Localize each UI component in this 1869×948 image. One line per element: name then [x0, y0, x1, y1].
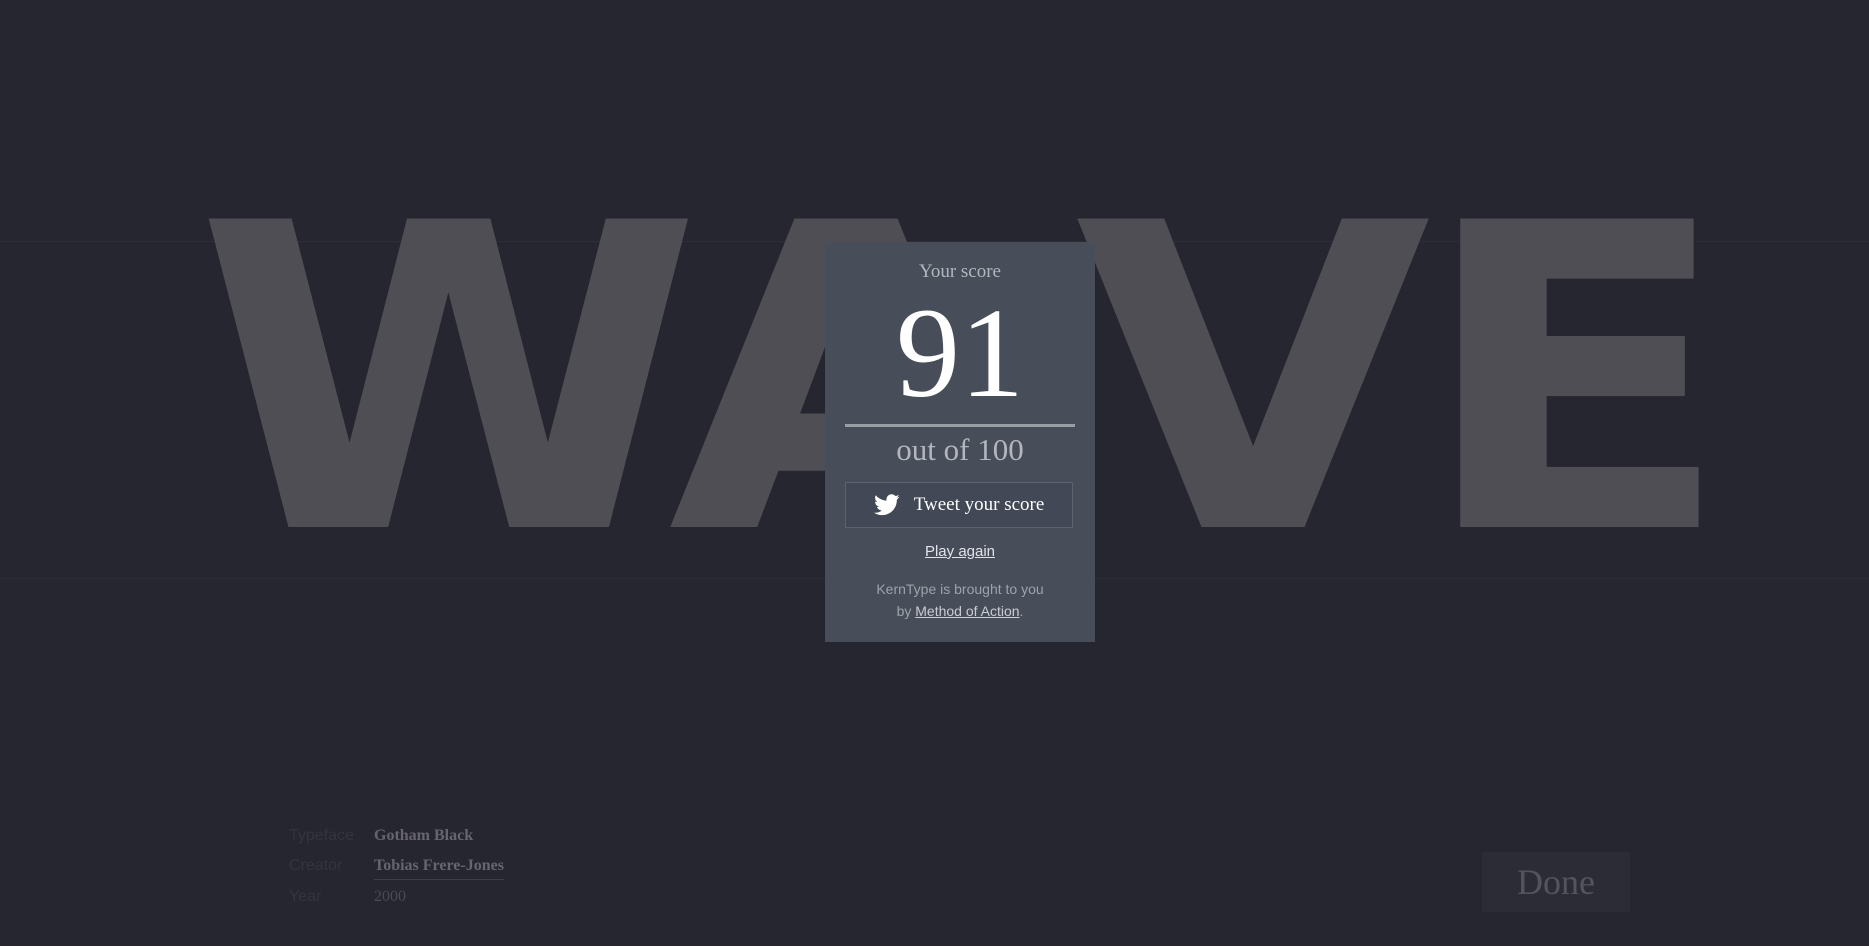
credit-period: .: [1019, 603, 1024, 619]
credit-line-1: KernType is brought to you: [876, 581, 1044, 597]
score-label: Your score: [919, 261, 1001, 282]
credit-line-2: by Method of Action.: [825, 600, 1095, 622]
score-card: Your score 91 out of 100 Tweet your scor…: [825, 242, 1095, 642]
letter-e[interactable]: E: [1418, 170, 1732, 593]
letter-v[interactable]: V: [1075, 170, 1431, 593]
credit-text: KernType is brought to you by Method of …: [825, 578, 1095, 622]
typeface-value: Gotham Black: [374, 827, 474, 844]
creator-link[interactable]: Tobias Frere-Jones: [374, 857, 504, 880]
score-max: out of 100: [896, 432, 1024, 467]
play-again-link[interactable]: Play again: [825, 543, 1095, 560]
year-value: 2000: [374, 888, 406, 905]
method-of-action-link[interactable]: Method of Action: [915, 603, 1019, 619]
score-value: 91: [896, 282, 1024, 424]
game-stage: W A V E Your score 91 out of 100 Tweet y…: [0, 0, 1869, 946]
twitter-bird-icon: [873, 494, 900, 516]
typeface-label: Typeface: [289, 827, 354, 844]
creator-label: Creator: [289, 857, 343, 874]
credit-by: by: [896, 603, 916, 619]
done-button[interactable]: Done: [1482, 852, 1630, 912]
score-divider: [845, 424, 1075, 427]
year-label: Year: [289, 888, 322, 905]
letter-w[interactable]: W: [195, 170, 702, 593]
tweet-score-button[interactable]: Tweet your score: [845, 482, 1073, 528]
tweet-score-label: Tweet your score: [913, 494, 1045, 515]
